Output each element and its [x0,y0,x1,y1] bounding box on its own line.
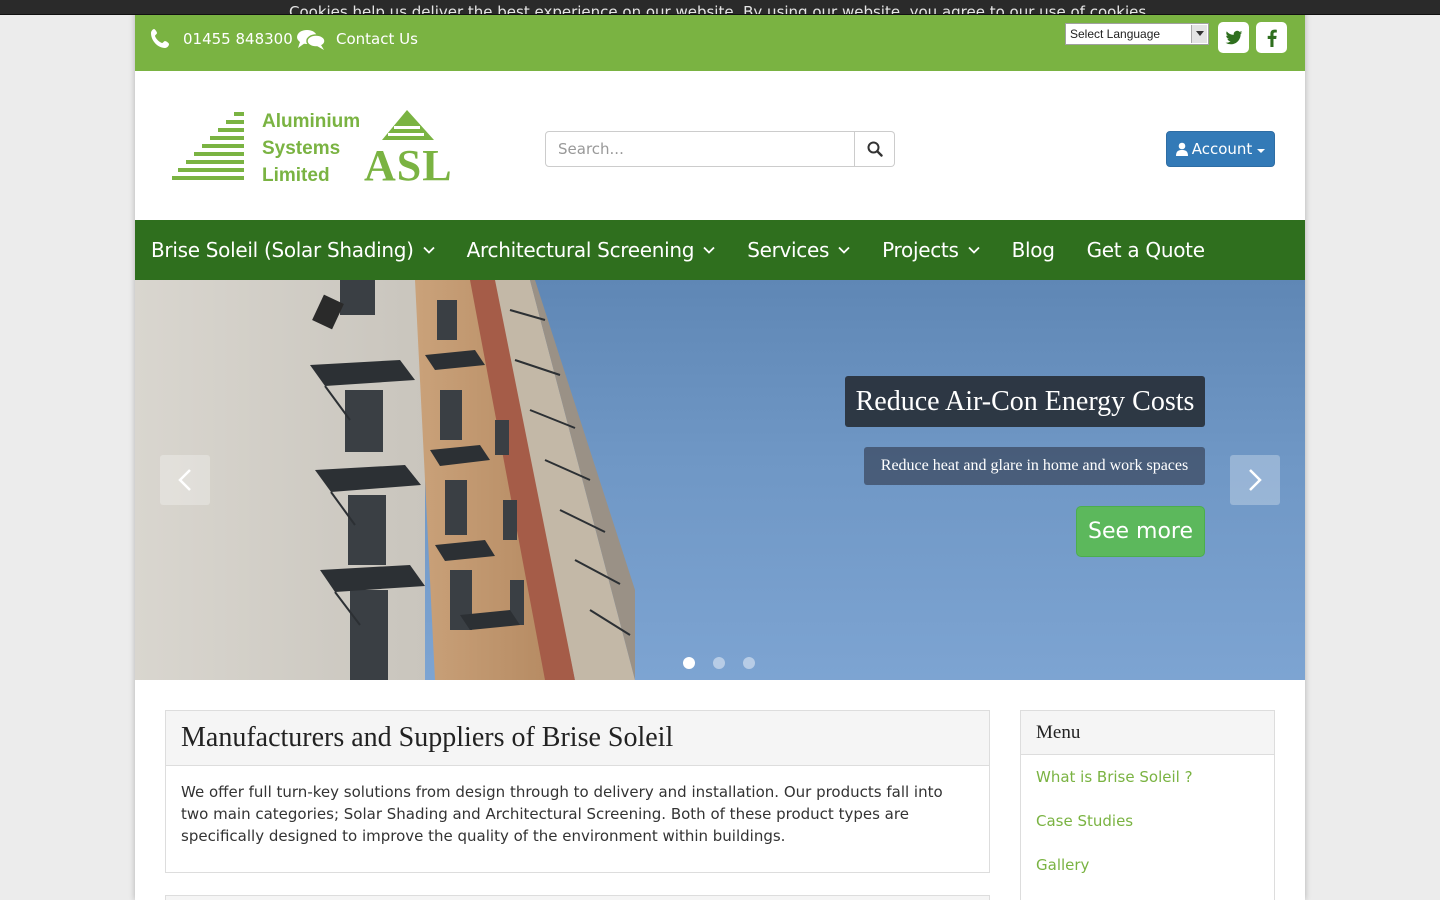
carousel-dot-3[interactable] [743,657,755,669]
chevron-down-icon [838,246,850,254]
slide-title: Reduce Air-Con Energy Costs [845,376,1205,427]
company-logo[interactable]: Aluminium Systems Limited ASL [172,108,457,188]
intro-panel: Manufacturers and Suppliers of Brise Sol… [165,710,990,873]
chevron-down-icon [703,246,715,254]
triangle-logo-icon [382,110,434,140]
nav-item-projects[interactable]: Projects [882,238,980,262]
nav-item-label: Brise Soleil (Solar Shading) [151,238,414,262]
contact-us-link[interactable]: Contact Us [296,27,418,51]
facebook-icon [1267,29,1277,47]
see-more-button[interactable]: See more [1076,506,1205,557]
phone-number: 01455 848300 [183,30,293,48]
user-icon [1175,142,1188,156]
chevron-down-icon [423,246,435,254]
page-container: 01455 848300 Contact Us Select Language [135,0,1305,900]
language-select-value: Select Language [1070,27,1161,41]
logo-line-3: Limited [262,165,330,186]
caret-down-icon [1257,148,1266,153]
cookie-banner-text: Cookies help us deliver the best experie… [289,3,1151,15]
chevron-down-icon [967,246,980,254]
carousel-prev-button[interactable] [160,455,210,505]
nav-item-brise-soleil[interactable]: Brise Soleil (Solar Shading) [151,238,435,262]
twitter-icon [1225,30,1242,44]
logo-line-2: Systems [262,138,341,159]
chevron-left-icon [178,469,191,491]
nav-item-get-a-quote[interactable]: Get a Quote [1087,238,1205,262]
next-panel [165,895,990,900]
contact-us-label: Contact Us [336,30,418,48]
chat-bubbles-icon [297,30,326,50]
intro-title: Manufacturers and Suppliers of Brise Sol… [166,711,989,766]
nav-item-label: Services [747,238,830,262]
intro-body: We offer full turn-key solutions from de… [181,783,943,845]
account-label: Account [1191,140,1253,158]
stairs-logo-icon [172,112,244,180]
slide-subtitle: Reduce heat and glare in home and work s… [864,447,1205,485]
search-icon [867,141,883,157]
twitter-button[interactable] [1218,22,1249,53]
nav-item-blog[interactable]: Blog [1012,238,1055,262]
nav-item-label: Projects [882,238,959,262]
search-button[interactable] [855,131,895,167]
account-button[interactable]: Account [1166,131,1275,167]
carousel-dot-2[interactable] [713,657,725,669]
carousel-next-button[interactable] [1230,455,1280,505]
sidebar-title: Menu [1021,711,1274,755]
language-select[interactable]: Select Language [1065,23,1209,45]
hero-carousel: Reduce Air-Con Energy Costs Reduce heat … [135,280,1305,680]
logo-line-1: Aluminium [262,111,361,132]
search-input[interactable]: Search... [545,131,855,167]
carousel-dot-1[interactable] [683,657,695,669]
sidebar-link-case-studies[interactable]: Case Studies [1021,799,1274,843]
chevron-down-icon [1191,25,1207,43]
sidebar-link-what-is-brise-soleil[interactable]: What is Brise Soleil ? [1021,755,1274,799]
facebook-button[interactable] [1256,22,1287,53]
sidebar-link-gallery[interactable]: Gallery [1021,843,1274,887]
nav-item-architectural-screening[interactable]: Architectural Screening [467,238,716,262]
nav-item-services[interactable]: Services [747,238,850,262]
chevron-right-icon [1249,469,1262,491]
main-navigation: Brise Soleil (Solar Shading) Architectur… [135,220,1305,280]
search-form: Search... [545,131,895,167]
sidebar-menu: Menu What is Brise Soleil ? Case Studies… [1020,710,1275,900]
cookie-banner: Cookies help us deliver the best experie… [0,0,1440,15]
phone-icon [151,29,169,48]
nav-item-label: Get a Quote [1086,238,1205,262]
nav-item-label: Architectural Screening [466,238,695,262]
hero-building-image [135,280,635,680]
nav-item-label: Blog [1011,238,1055,262]
phone-contact[interactable]: 01455 848300 [149,27,293,51]
logo-asl-mark: ASL [364,141,453,190]
carousel-indicators [683,657,773,669]
logo-wordmark: Aluminium Systems Limited [262,108,360,189]
